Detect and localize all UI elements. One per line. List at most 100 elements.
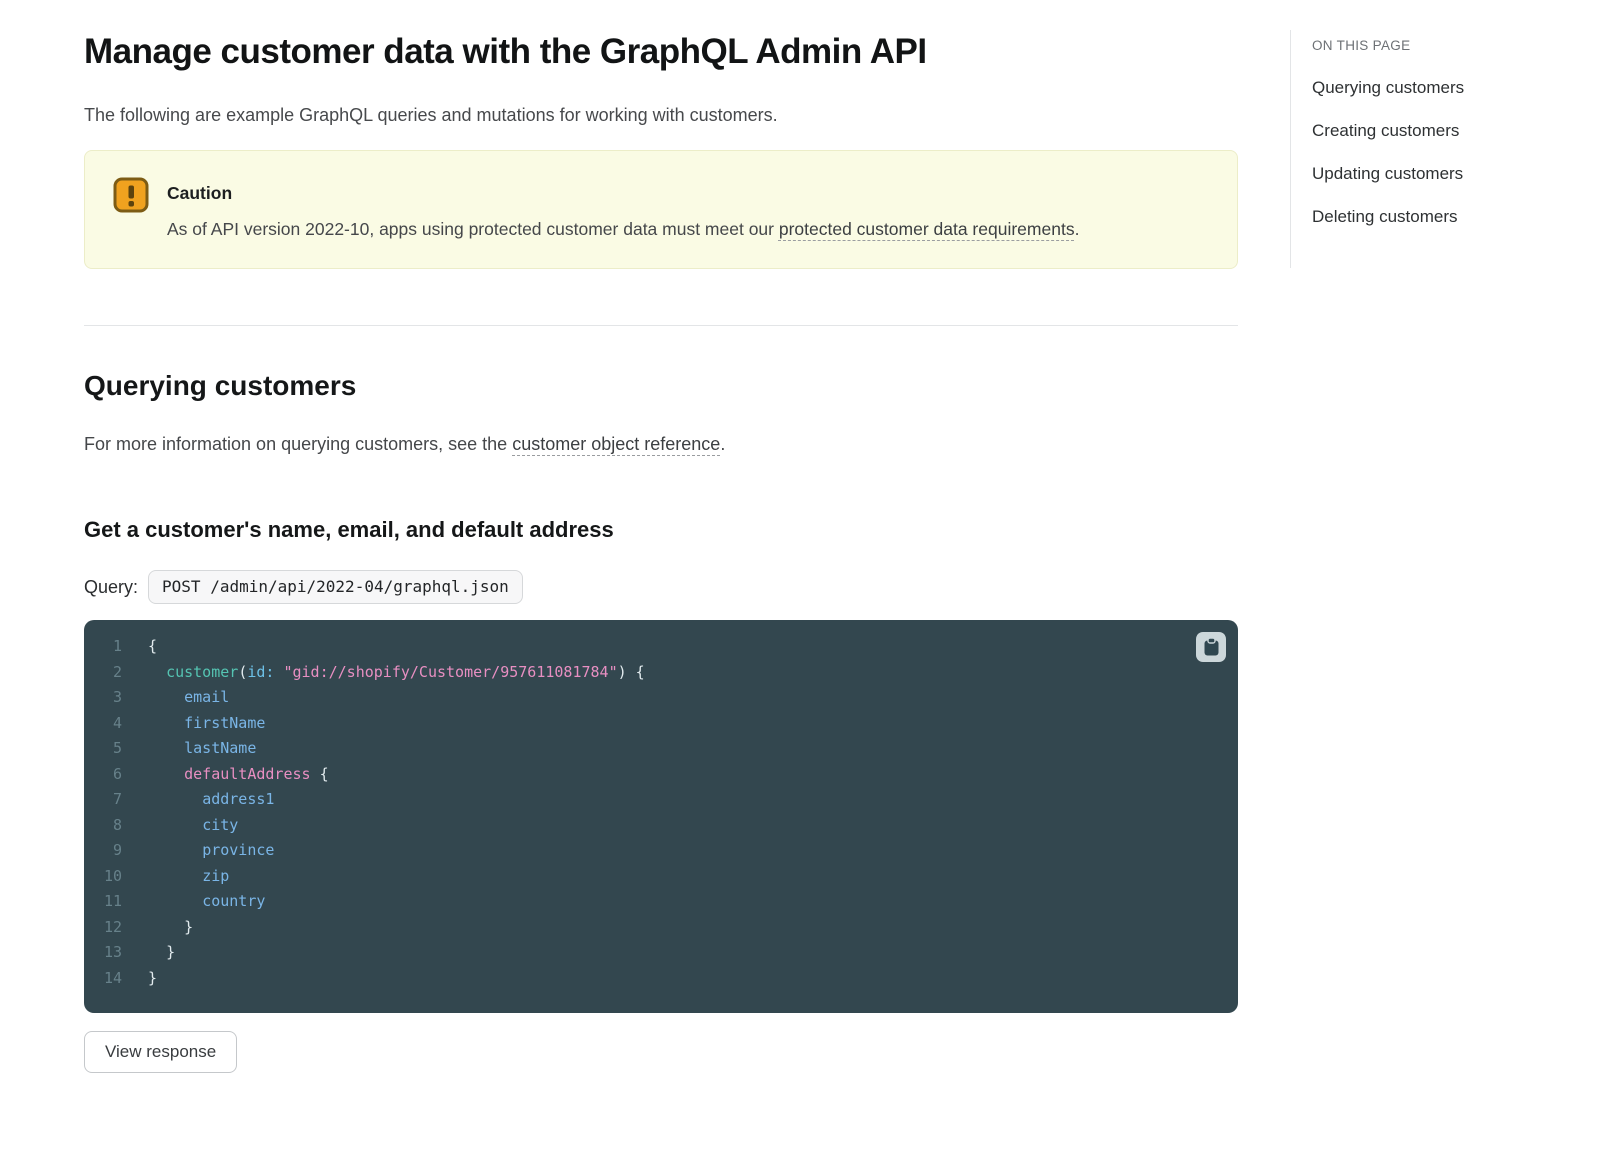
code-token: { <box>148 637 158 655</box>
code-line: 13 } <box>84 940 1238 966</box>
toc-list: Querying customers Creating customers Upda… <box>1312 78 1570 226</box>
code-line-content: } <box>148 943 175 961</box>
toc-item-querying-customers[interactable]: Querying customers <box>1312 78 1570 97</box>
code-line: 14} <box>84 966 1238 992</box>
code-line: 10 zip <box>84 864 1238 890</box>
code-token: zip <box>202 866 230 885</box>
code-line-content: province <box>148 841 274 859</box>
customer-object-reference-link[interactable]: customer object reference <box>512 434 720 454</box>
querying-customers-text: For more information on querying custome… <box>84 430 1238 458</box>
code-line: 6 defaultAddress { <box>84 762 1238 788</box>
code-token: ) { <box>617 662 645 681</box>
warning-icon <box>113 177 149 244</box>
caution-text-before: As of API version 2022-10, apps using pr… <box>167 219 779 239</box>
code-token: city <box>202 815 239 834</box>
toc-item-deleting-customers[interactable]: Deleting customers <box>1312 207 1570 226</box>
code-line: 12 } <box>84 915 1238 941</box>
code-line: 7 address1 <box>84 787 1238 813</box>
caution-body: Caution As of API version 2022-10, apps … <box>167 175 1079 244</box>
code-line-content: { <box>148 637 157 655</box>
toc-item-updating-customers[interactable]: Updating customers <box>1312 164 1570 183</box>
code-token: lastName <box>184 739 257 757</box>
line-number: 8 <box>112 815 122 834</box>
line-number: 9 <box>112 841 122 859</box>
endpoint-chip: POST /admin/api/2022-04/graphql.json <box>148 570 523 604</box>
code-token: } <box>184 917 194 936</box>
code-line-content: firstName <box>148 714 265 732</box>
toc-item-creating-customers[interactable]: Creating customers <box>1312 121 1570 140</box>
query-label: Query: <box>84 576 139 597</box>
graphql-code-block: 1{2 customer(id: "gid://shopify/Customer… <box>84 620 1238 1013</box>
code-line-content: customer(id: "gid://shopify/Customer/957… <box>148 663 645 681</box>
protected-customer-data-link[interactable]: protected customer data requirements <box>779 219 1075 239</box>
code-line-content: lastName <box>148 739 256 757</box>
code-line-content: defaultAddress { <box>148 765 329 783</box>
code-line-content: city <box>148 816 238 834</box>
caution-text: As of API version 2022-10, apps using pr… <box>167 214 1079 244</box>
code-line-content: zip <box>148 867 229 885</box>
code-token: id: <box>247 662 275 681</box>
on-this-page-sidebar: ON THIS PAGE Querying customers Creating … <box>1290 30 1570 268</box>
copy-button[interactable] <box>1196 632 1226 662</box>
code-line: 8 city <box>84 813 1238 839</box>
main-content: Manage customer data with the GraphQL Ad… <box>84 0 1238 1073</box>
code-line: 9 province <box>84 838 1238 864</box>
querying-text-before: For more information on querying custome… <box>84 434 513 454</box>
code-token: defaultAddress <box>184 764 311 783</box>
code-line: 3 email <box>84 685 1238 711</box>
line-number: 5 <box>112 739 122 757</box>
code-line: 2 customer(id: "gid://shopify/Customer/9… <box>84 660 1238 686</box>
line-number: 3 <box>112 688 122 706</box>
code-token: } <box>148 968 158 987</box>
code-token: address1 <box>202 790 275 808</box>
querying-text-after: . <box>720 434 726 454</box>
code-line-content: address1 <box>148 790 274 808</box>
line-number: 4 <box>112 713 122 732</box>
code-line-content: } <box>148 918 193 936</box>
code-token: email <box>184 688 230 706</box>
code-token: country <box>202 892 266 910</box>
line-number: 10 <box>103 866 122 885</box>
code-line: 1{ <box>84 634 1238 660</box>
querying-customers-heading: Querying customers <box>84 370 357 401</box>
get-customer-subsection-heading: Get a customer's name, email, and defaul… <box>84 517 614 542</box>
code-line: 4 firstName <box>84 711 1238 737</box>
line-number: 13 <box>103 943 122 961</box>
caution-title: Caution <box>167 183 233 203</box>
code-token: customer <box>166 662 239 681</box>
view-response-button[interactable]: View response <box>84 1031 238 1073</box>
clipboard-icon <box>1204 638 1219 656</box>
query-row: Query: POST /admin/api/2022-04/graphql.j… <box>84 570 1238 604</box>
code-token: firstName <box>184 713 266 732</box>
line-number: 11 <box>103 892 122 910</box>
line-number: 14 <box>103 968 122 987</box>
line-number: 2 <box>112 662 122 681</box>
code-line-content: } <box>148 969 157 987</box>
code-token: province <box>202 841 275 859</box>
line-number: 1 <box>112 637 122 655</box>
page-title: Manage customer data with the GraphQL Ad… <box>84 32 927 71</box>
code-line-content: country <box>148 892 265 910</box>
page-intro: The following are example GraphQL querie… <box>84 105 778 125</box>
code-line: 11 country <box>84 889 1238 915</box>
code-token: ( <box>238 662 248 681</box>
line-number: 7 <box>112 790 122 808</box>
code-token: } <box>166 943 176 961</box>
code-token: { <box>310 764 329 783</box>
line-number: 6 <box>112 764 122 783</box>
section-divider <box>84 325 1238 326</box>
code-token: "gid://shopify/Customer/957611081784" <box>283 662 618 681</box>
code-line-content: email <box>148 688 229 706</box>
